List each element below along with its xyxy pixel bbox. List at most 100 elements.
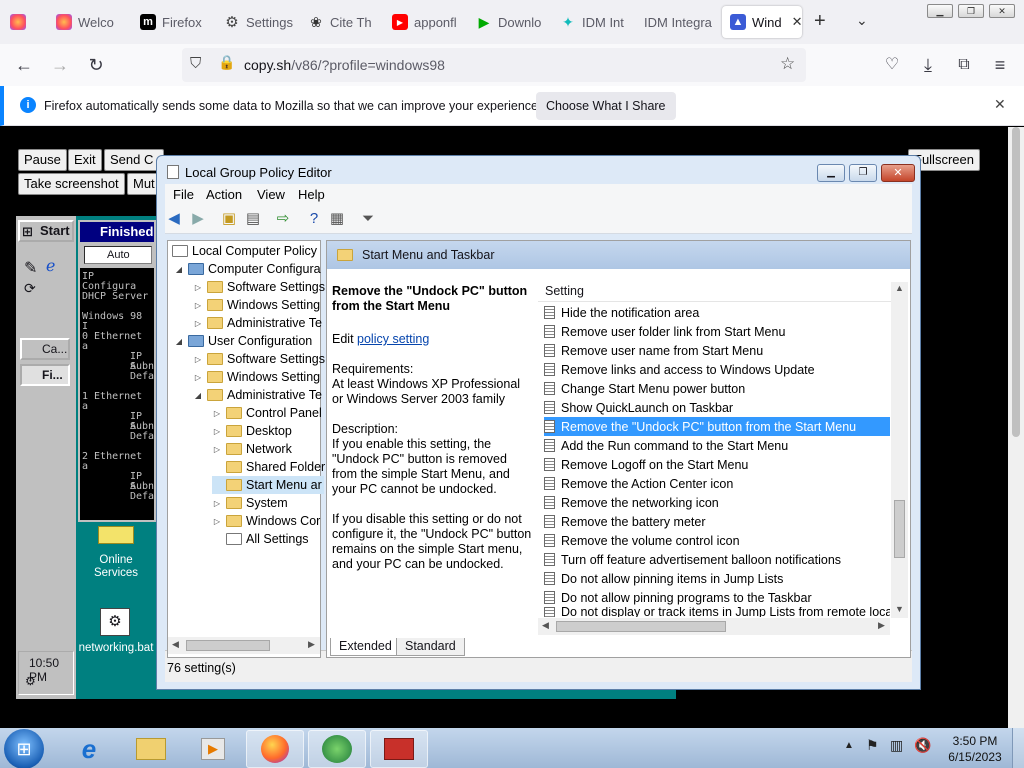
- settings-vertical-scrollbar[interactable]: ▲ ▼: [891, 282, 908, 618]
- menu-action[interactable]: Action: [206, 187, 242, 202]
- expand-arrow-icon[interactable]: ▷: [212, 445, 222, 454]
- minimize-window-button[interactable]: ▁: [927, 4, 953, 18]
- setting-row-selected[interactable]: Remove the "Undock PC" button from the S…: [544, 417, 890, 436]
- quicklaunch-channels-icon[interactable]: ⟳: [24, 280, 36, 297]
- setting-row[interactable]: Remove the battery meter: [544, 512, 890, 531]
- help-icon[interactable]: ?: [304, 209, 324, 229]
- gpe-minimize-button[interactable]: ▁: [817, 164, 845, 182]
- settings-scroll-thumb[interactable]: [894, 500, 905, 558]
- tab-idm-integration[interactable]: IDM Integrat: [644, 6, 712, 38]
- tab-cite[interactable]: ❀ Cite Th: [308, 6, 374, 38]
- tree-node-software-settings[interactable]: ▷ Software Settings: [193, 350, 325, 368]
- networking-bat-label[interactable]: networking.bat: [78, 642, 154, 654]
- volume-muted-icon[interactable]: 🔇: [914, 737, 931, 754]
- tree-node-shared-folders[interactable]: Shared Folder: [212, 458, 325, 476]
- idm-taskbar-icon[interactable]: [308, 730, 366, 768]
- take-screenshot-button[interactable]: Take screenshot: [18, 173, 125, 195]
- tree-node-computer-configuration[interactable]: ◢ Computer Configura: [174, 260, 321, 278]
- lock-icon[interactable]: 🔒: [218, 54, 235, 71]
- reload-icon[interactable]: ↻: [84, 53, 108, 77]
- tree-node-desktop[interactable]: ▷ Desktop: [212, 422, 292, 440]
- tree-node-user-configuration[interactable]: ◢ User Configuration: [174, 332, 312, 350]
- internet-explorer-taskbar-icon[interactable]: e: [60, 730, 118, 768]
- expand-arrow-icon[interactable]: ▷: [193, 373, 203, 382]
- expand-arrow-icon[interactable]: ▷: [193, 301, 203, 310]
- tree-node-start-menu-and-taskbar[interactable]: Start Menu ar: [212, 476, 324, 494]
- expand-arrow-icon[interactable]: ▷: [212, 427, 222, 436]
- tree-horizontal-scrollbar[interactable]: ◀ ▶: [168, 637, 320, 654]
- setting-column-header[interactable]: Setting: [538, 282, 892, 302]
- gpe-close-button[interactable]: ✕: [881, 164, 915, 182]
- send-ctrl-alt-del-button[interactable]: Send C: [104, 149, 164, 171]
- menu-file[interactable]: File: [173, 187, 194, 202]
- action-center-flag-icon[interactable]: ⚑: [866, 737, 879, 754]
- show-hide-tree-icon[interactable]: ▤: [243, 209, 263, 229]
- menu-icon[interactable]: ≡: [988, 53, 1012, 77]
- setting-row[interactable]: Change Start Menu power button: [544, 379, 890, 398]
- url-bar[interactable]: ⛉ 🔒 copy.sh/v86/?profile=windows98 ☆: [182, 48, 806, 82]
- collapse-arrow-icon[interactable]: ◢: [174, 265, 184, 274]
- scroll-up-icon[interactable]: ▲: [895, 283, 904, 293]
- tab-idm-info[interactable]: ✦ IDM Int: [560, 6, 626, 38]
- new-tab-icon[interactable]: +: [814, 10, 826, 33]
- toolbox-taskbar-icon[interactable]: [370, 730, 428, 768]
- network-icon[interactable]: ▥: [890, 737, 903, 754]
- tab-standard[interactable]: Standard: [396, 638, 465, 656]
- forward-icon[interactable]: →: [48, 53, 72, 77]
- setting-row[interactable]: Do not allow pinning items in Jump Lists: [544, 569, 890, 588]
- setting-row[interactable]: Remove the networking icon: [544, 493, 890, 512]
- internet-explorer-icon[interactable]: ℯ: [46, 256, 55, 276]
- tab-windows98[interactable]: ▲ Wind ✕: [722, 6, 802, 38]
- media-player-taskbar-icon[interactable]: ▶: [184, 730, 242, 768]
- list-tabs-icon[interactable]: ⌄: [856, 12, 868, 29]
- online-services-label[interactable]: Online Services: [78, 554, 154, 580]
- bookmark-star-icon[interactable]: ☆: [780, 54, 795, 74]
- expand-arrow-icon[interactable]: ▷: [212, 517, 222, 526]
- setting-row[interactable]: Add the Run command to the Start Menu: [544, 436, 890, 455]
- maximize-window-button[interactable]: ❐: [958, 4, 984, 18]
- export-list-icon[interactable]: ⇨: [273, 209, 293, 229]
- page-scrollbar[interactable]: [1008, 127, 1024, 728]
- filter-icon[interactable]: ⏷: [358, 209, 378, 229]
- tree-node-software-settings[interactable]: ▷ Software Settings: [193, 278, 325, 296]
- tree-node-administrative-templates[interactable]: ▷ Administrative Te: [193, 314, 322, 332]
- tree-node-system[interactable]: ▷ System: [212, 494, 288, 512]
- policy-setting-link[interactable]: policy setting: [357, 332, 429, 346]
- tab-extended[interactable]: Extended: [330, 638, 401, 656]
- choose-what-i-share-button[interactable]: Choose What I Share: [536, 92, 676, 120]
- setting-row[interactable]: Remove Logoff on the Start Menu: [544, 455, 890, 474]
- tree-node-network[interactable]: ▷ Network: [212, 440, 292, 458]
- back-arrow-icon[interactable]: ◀: [164, 209, 184, 229]
- setting-row[interactable]: Hide the notification area: [544, 303, 890, 322]
- start-button[interactable]: ⊞ Start: [18, 220, 74, 242]
- expand-arrow-icon[interactable]: ▷: [193, 283, 203, 292]
- file-explorer-taskbar-icon[interactable]: [122, 730, 180, 768]
- font-size-dropdown[interactable]: Auto: [84, 246, 152, 264]
- properties-icon[interactable]: ▦: [327, 209, 347, 229]
- command-window[interactable]: Finished - Auto IP Configura DHCP Server…: [78, 220, 156, 522]
- firefox-taskbar-icon[interactable]: [246, 730, 304, 768]
- expand-arrow-icon[interactable]: ▷: [212, 499, 222, 508]
- setting-row[interactable]: Remove user folder link from Start Menu: [544, 322, 890, 341]
- settings-horizontal-scrollbar[interactable]: ◀ ▶: [538, 618, 890, 635]
- collapse-arrow-icon[interactable]: ◢: [193, 391, 203, 400]
- quicklaunch-desktop-icon[interactable]: ✎: [24, 258, 37, 278]
- close-notification-icon[interactable]: ✕: [994, 96, 1006, 113]
- tree-node-local-computer-policy[interactable]: Local Computer Policy: [172, 242, 317, 260]
- tree-scroll-thumb[interactable]: [186, 640, 270, 651]
- pocket-icon[interactable]: ♡: [880, 53, 904, 77]
- setting-row[interactable]: Remove the volume control icon: [544, 531, 890, 550]
- expand-arrow-icon[interactable]: ▷: [193, 355, 203, 364]
- exit-button[interactable]: Exit: [68, 149, 102, 171]
- extensions-icon[interactable]: ⧉: [952, 53, 976, 77]
- shield-icon[interactable]: ⛉: [190, 55, 201, 72]
- menu-view[interactable]: View: [257, 187, 285, 202]
- expand-arrow-icon[interactable]: ▷: [193, 319, 203, 328]
- scroll-left-icon[interactable]: ◀: [172, 639, 179, 650]
- tray-icon[interactable]: ⚙: [25, 674, 36, 688]
- collapse-arrow-icon[interactable]: ◢: [174, 337, 184, 346]
- pause-button[interactable]: Pause: [18, 149, 67, 171]
- settings-scroll-thumb[interactable]: [556, 621, 726, 632]
- online-services-icon[interactable]: [98, 526, 134, 544]
- forward-arrow-icon[interactable]: ▶: [188, 209, 208, 229]
